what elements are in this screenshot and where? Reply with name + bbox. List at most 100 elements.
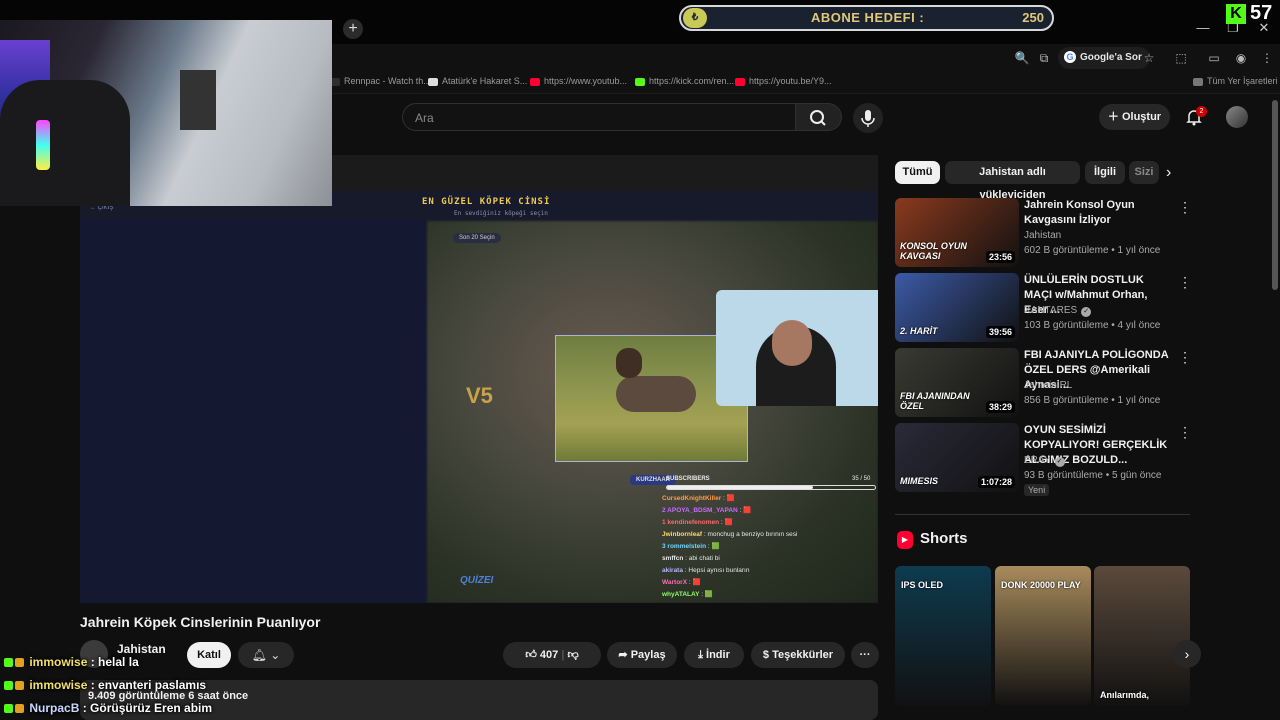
related-video-thumbnail[interactable]: MIMESIS 1:07:28	[895, 423, 1019, 492]
inner-chat-user: akirata	[662, 567, 683, 574]
inner-chat-line: whyATALAY : 🟩	[662, 589, 872, 601]
search-icon	[810, 110, 826, 126]
short-caption: IPS OLED	[901, 580, 944, 590]
bookmark-item[interactable]: Atatürk'e Hakaret S...	[428, 76, 527, 86]
kick-badge-icon	[4, 681, 13, 691]
related-video-channel[interactable]: JahreinIRL	[1024, 380, 1072, 391]
minimize-icon[interactable]: —	[1192, 18, 1214, 38]
chips-next-icon[interactable]: ›	[1166, 164, 1171, 182]
inner-pill: Son 20 Seçin	[453, 233, 501, 243]
filter-chip[interactable]: Jahistan adlı yükleyiciden	[945, 161, 1080, 201]
video-duration: 23:56	[985, 251, 1015, 263]
quiz-logo: QUİZEI	[460, 575, 494, 586]
bookmark-favicon-icon	[635, 77, 645, 86]
related-video-meta: 856 B görüntüleme • 1 yıl önce	[1024, 395, 1161, 406]
inner-chat-line: 1 kendinefenomen : 🟥	[662, 517, 872, 529]
shorts-next-button[interactable]: ›	[1173, 640, 1201, 668]
more-vert-icon[interactable]: ⋮	[1178, 349, 1192, 366]
inner-title: EN GÜZEL KÖPEK CİNSİ	[422, 197, 551, 207]
avatar[interactable]	[1226, 106, 1248, 128]
related-video-thumbnail[interactable]: FBI AJANINDAN ÖZEL 38:29	[895, 348, 1019, 417]
more-vert-icon[interactable]: ⋮	[1178, 199, 1192, 216]
profile-icon[interactable]: ◉	[1232, 49, 1250, 67]
extensions-icon[interactable]: ⬚	[1172, 49, 1190, 67]
short-caption: DONK 20000 PLAY	[1001, 580, 1081, 590]
bookmark-item[interactable]: https://youtu.be/Y9...	[735, 76, 832, 86]
inner-chat-line: CursedKnightKiller : 🟥	[662, 493, 872, 505]
inner-subtitle: En sevdiğiniz köpeği seçin	[454, 210, 548, 217]
bookmark-item[interactable]: https://kick.com/ren...	[635, 76, 734, 86]
more-vert-icon[interactable]: ⋮	[1178, 274, 1192, 291]
sub-badge-icon	[15, 681, 24, 691]
dislike-button[interactable]: 👎︎	[567, 649, 578, 661]
channel-name-text: Jahistan	[1024, 230, 1062, 241]
video-player[interactable]: ← ÇIKIŞ EN GÜZEL KÖPEK CİNSİ En sevdiğin…	[80, 155, 878, 603]
create-button[interactable]: ＋ Oluştur	[1099, 104, 1170, 130]
new-tab-button[interactable]: +	[343, 19, 363, 39]
bookmark-label: https://youtu.be/Y9...	[749, 76, 832, 86]
zoom-icon[interactable]: 🔍	[1013, 49, 1031, 67]
related-video-title[interactable]: Jahrein Konsol Oyun Kavgasını İzliyor	[1024, 198, 1174, 228]
inner-chat-line: 3 rommelstein : 🟩	[662, 541, 872, 553]
scrollbar[interactable]	[1272, 100, 1278, 290]
bookmark-item[interactable]: https://www.youtub...	[530, 76, 627, 86]
short-thumbnail[interactable]: IPS OLED	[895, 566, 991, 706]
subscribe-bell-button[interactable]: 🔔︎ ⌄	[238, 642, 294, 668]
filter-chip[interactable]: Tümü	[895, 161, 940, 184]
related-video-meta: 103 B görüntüleme • 4 yıl önce	[1024, 320, 1161, 331]
kick-badge-icon	[4, 704, 13, 714]
channel-name[interactable]: Jahistan	[117, 642, 166, 656]
filter-chip[interactable]: İlgili	[1085, 161, 1125, 184]
notification-count-badge: 2	[1196, 106, 1207, 117]
kick-chat-line: immowise : envanteri paslamıs	[4, 678, 206, 692]
inner-chat-user: Jwinbornleaf	[662, 531, 703, 538]
related-video-channel[interactable]: ERAY ✓	[1024, 455, 1065, 467]
related-video-thumbnail[interactable]: KONSOL OYUN KAVGASI 23:56	[895, 198, 1019, 267]
bookmark-item[interactable]: Rennpac - Watch th...	[330, 76, 431, 86]
kick-logo-icon: K	[1226, 4, 1246, 24]
thanks-button[interactable]: $ Teşekkürler	[751, 642, 845, 668]
menu-icon[interactable]: ⋮	[1258, 49, 1276, 67]
share-button[interactable]: ➦ Paylaş	[607, 642, 677, 668]
related-video-channel[interactable]: Jahistan	[1024, 230, 1061, 241]
download-icon: ⤓	[698, 649, 707, 661]
like-button[interactable]: 👍︎ 407	[525, 649, 558, 661]
kick-chat-user: immowise	[29, 678, 88, 692]
bookmark-favicon-icon	[428, 77, 438, 86]
cast-icon[interactable]: ⧉	[1035, 49, 1053, 67]
inner-chat-user: smffcn	[662, 555, 684, 562]
chevron-down-icon: ⌄	[270, 648, 281, 662]
more-actions-button[interactable]: ···	[851, 642, 879, 668]
more-vert-icon[interactable]: ⋮	[1178, 424, 1192, 441]
kick-chat-user: NurpacB	[29, 701, 80, 715]
short-thumbnail[interactable]: DONK 20000 PLAY	[995, 566, 1091, 706]
channel-name-text: ERAY	[1024, 455, 1051, 466]
inner-chat-user: 1 kendinefenomen	[662, 519, 720, 526]
subscriber-goal-bar: ₺ ABONE HEDEFI : 250	[679, 5, 1054, 31]
all-bookmarks[interactable]: Tüm Yer İşaretleri	[1193, 76, 1278, 86]
sidebar-icon[interactable]: ▭	[1205, 49, 1223, 67]
inner-chat-message: : Hepsi aynısı bunların	[684, 567, 750, 574]
inner-chat-line: Jwinbornleaf : monchug a benziyo bırının…	[662, 529, 872, 541]
kick-chat-message: : Görüşürüz Eren abim	[82, 701, 213, 715]
download-button[interactable]: ⤓ İndir	[684, 642, 744, 668]
inner-chat-line: akirata : Hepsi aynısı bunların	[662, 565, 872, 577]
join-button[interactable]: Katıl	[187, 642, 231, 668]
google-sor-button[interactable]: G Google'a Sor	[1058, 47, 1150, 69]
voice-search-button[interactable]	[853, 103, 883, 133]
search-input[interactable]: Ara	[402, 103, 796, 131]
filter-chip[interactable]: Sizi	[1129, 161, 1159, 184]
star-icon[interactable]: ☆	[1140, 49, 1158, 67]
bookmark-label: https://kick.com/ren...	[649, 76, 735, 86]
search-button[interactable]	[796, 103, 842, 131]
inner-chat-user: CursedKnightKiller	[662, 495, 722, 502]
bookmark-favicon-icon	[530, 77, 540, 86]
inner-chat-user: 3 rommelstein	[662, 543, 707, 550]
streamer-webcam	[716, 290, 878, 406]
related-video-thumbnail[interactable]: 2. HARİT 39:56	[895, 273, 1019, 342]
related-video-channel[interactable]: XANTARES ✓	[1024, 305, 1092, 317]
coin-icon: ₺	[683, 8, 707, 28]
inner-chat-line: 2 APOYA_BDSM_YAPAN : 🟥	[662, 505, 872, 517]
inner-chat-message: : 🟥	[688, 579, 701, 586]
short-thumbnail[interactable]: Anılarımda,	[1094, 566, 1190, 706]
